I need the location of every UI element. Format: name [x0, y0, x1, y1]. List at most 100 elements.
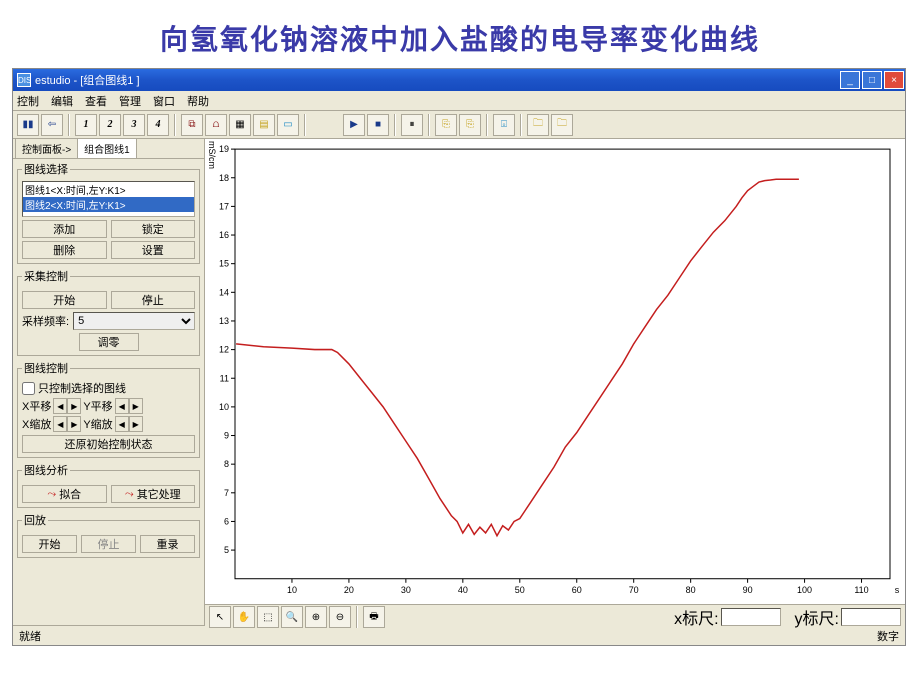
- acquire-start-button[interactable]: 开始: [22, 291, 107, 309]
- svg-text:60: 60: [572, 585, 582, 595]
- xzoom-label: X缩放: [22, 416, 51, 432]
- main-toolbar: ▮▮ ⇦ 1 2 3 4 ⧉ ⩍ ▦ ▤ ▭ ▶ ■ ⏸ ⎘ ⎘ ⌻ 🗀 🗀: [13, 111, 905, 139]
- toolbar-preset-1[interactable]: 1: [75, 114, 97, 136]
- svg-text:5: 5: [224, 545, 229, 555]
- toolbar-back-icon[interactable]: ⇦: [41, 114, 63, 136]
- analysis-panel: 图线分析 ⤳ 拟合 ⤳ 其它处理: [17, 462, 200, 508]
- svg-text:20: 20: [344, 585, 354, 595]
- toolbar-table-icon[interactable]: ▤: [253, 114, 275, 136]
- yshift-right[interactable]: ▶: [129, 398, 143, 414]
- minimize-button[interactable]: _: [840, 71, 860, 89]
- toolbar-chart2-icon[interactable]: ⩍: [205, 114, 227, 136]
- playback-legend: 回放: [22, 512, 48, 528]
- select-tool-icon[interactable]: ⬚: [257, 606, 279, 628]
- svg-text:10: 10: [219, 402, 229, 412]
- print-icon[interactable]: 🖶: [363, 606, 385, 628]
- toolbar-save-icon[interactable]: ▮▮: [17, 114, 39, 136]
- maximize-button[interactable]: □: [862, 71, 882, 89]
- app-window: DIS estudio - [组合图线1 ] _ □ × 控制 编辑 查看 管理…: [12, 68, 906, 646]
- toolbar-panel-icon[interactable]: ▭: [277, 114, 299, 136]
- menu-help[interactable]: 帮助: [187, 93, 209, 109]
- svg-text:15: 15: [219, 259, 229, 269]
- toolbar-chart1-icon[interactable]: ⧉: [181, 114, 203, 136]
- yzoom-label: Y缩放: [83, 416, 112, 432]
- yshift-left[interactable]: ◀: [115, 398, 129, 414]
- toolbar-monitor-icon[interactable]: ⌻: [493, 114, 515, 136]
- svg-text:7: 7: [224, 488, 229, 498]
- only-selected-checkbox[interactable]: [22, 382, 35, 395]
- svg-text:100: 100: [797, 585, 812, 595]
- svg-text:80: 80: [686, 585, 696, 595]
- app-icon: DIS: [17, 73, 31, 87]
- yzoom-out[interactable]: ◀: [115, 416, 129, 432]
- toolbar-folder1-icon[interactable]: 🗀: [527, 114, 549, 136]
- toolbar-preset-3[interactable]: 3: [123, 114, 145, 136]
- acquire-stop-button[interactable]: 停止: [111, 291, 196, 309]
- only-selected-label: 只控制选择的图线: [38, 380, 126, 396]
- toolbar-play-icon[interactable]: ▶: [343, 114, 365, 136]
- restore-button[interactable]: 还原初始控制状态: [22, 435, 195, 453]
- pointer-tool-icon[interactable]: ↖: [209, 606, 231, 628]
- list-item[interactable]: 图线1<X:时间,左Y:K1>: [23, 182, 194, 197]
- toolbar-copy-icon[interactable]: ⎘: [435, 114, 457, 136]
- y-ruler-field[interactable]: [841, 608, 901, 626]
- menu-view[interactable]: 查看: [85, 93, 107, 109]
- x-ruler-label: x标尺:: [674, 605, 718, 629]
- x-ruler-field[interactable]: [721, 608, 781, 626]
- toolbar-preset-2[interactable]: 2: [99, 114, 121, 136]
- menu-control[interactable]: 控制: [17, 93, 39, 109]
- other-process-button[interactable]: ⤳ 其它处理: [111, 485, 196, 503]
- tab-control-panel[interactable]: 控制面板->: [15, 138, 78, 158]
- xshift-right[interactable]: ▶: [67, 398, 81, 414]
- lock-button[interactable]: 锁定: [111, 220, 196, 238]
- chart-toolbar: ↖ ✋ ⬚ 🔍 ⊕ ⊖ 🖶 x标尺: y标尺:: [205, 604, 905, 629]
- toolbar-grid-icon[interactable]: ▦: [229, 114, 251, 136]
- curve-control-panel: 图线控制 只控制选择的图线 X平移 ◀▶ Y平移 ◀▶ X缩放 ◀▶ Y缩放 ◀…: [17, 360, 200, 458]
- xzoom-out[interactable]: ◀: [53, 416, 67, 432]
- svg-text:9: 9: [224, 431, 229, 441]
- acquire-panel: 采集控制 开始 停止 采样频率: 5 调零: [17, 268, 200, 356]
- xshift-left[interactable]: ◀: [53, 398, 67, 414]
- menu-window[interactable]: 窗口: [153, 93, 175, 109]
- slide-title: 向氢氧化钠溶液中加入盐酸的电导率变化曲线: [0, 0, 920, 68]
- svg-text:14: 14: [219, 287, 229, 297]
- curve-listbox[interactable]: 图线1<X:时间,左Y:K1> 图线2<X:时间,左Y:K1>: [22, 181, 195, 217]
- fit-button[interactable]: ⤳ 拟合: [22, 485, 107, 503]
- toolbar-folder2-icon[interactable]: 🗀: [551, 114, 573, 136]
- zoom-out-icon[interactable]: ⊖: [329, 606, 351, 628]
- hand-tool-icon[interactable]: ✋: [233, 606, 255, 628]
- add-button[interactable]: 添加: [22, 220, 107, 238]
- rate-select[interactable]: 5: [73, 312, 195, 330]
- svg-text:90: 90: [743, 585, 753, 595]
- svg-text:17: 17: [219, 201, 229, 211]
- svg-text:110: 110: [854, 585, 868, 595]
- zoom-rect-tool-icon[interactable]: 🔍: [281, 606, 303, 628]
- zero-button[interactable]: 调零: [79, 333, 139, 351]
- zoom-in-icon[interactable]: ⊕: [305, 606, 327, 628]
- yshift-label: Y平移: [83, 398, 112, 414]
- yzoom-in[interactable]: ▶: [129, 416, 143, 432]
- tab-combined-curve[interactable]: 组合图线1: [77, 138, 137, 158]
- settings-button[interactable]: 设置: [111, 241, 196, 259]
- toolbar-paste-icon[interactable]: ⎘: [459, 114, 481, 136]
- curve-select-panel: 图线选择 图线1<X:时间,左Y:K1> 图线2<X:时间,左Y:K1> 添加 …: [17, 161, 200, 264]
- delete-button[interactable]: 删除: [22, 241, 107, 259]
- toolbar-preset-4[interactable]: 4: [147, 114, 169, 136]
- titlebar: DIS estudio - [组合图线1 ] _ □ ×: [13, 69, 905, 91]
- menu-edit[interactable]: 编辑: [51, 93, 73, 109]
- close-button[interactable]: ×: [884, 71, 904, 89]
- toolbar-stop-icon[interactable]: ■: [367, 114, 389, 136]
- toolbar-pause-icon[interactable]: ⏸: [401, 114, 423, 136]
- svg-text:6: 6: [224, 516, 229, 526]
- xzoom-in[interactable]: ▶: [67, 416, 81, 432]
- playback-rerecord-button[interactable]: 重录: [140, 535, 195, 553]
- playback-stop-button[interactable]: 停止: [81, 535, 136, 553]
- chart-area: mS/cm 5678910111213141516171819102030405…: [205, 139, 905, 625]
- svg-text:11: 11: [220, 373, 229, 383]
- playback-start-button[interactable]: 开始: [22, 535, 77, 553]
- plot[interactable]: 5678910111213141516171819102030405060708…: [205, 139, 905, 604]
- y-ruler-label: y标尺:: [795, 605, 839, 629]
- menu-manage[interactable]: 管理: [119, 93, 141, 109]
- list-item[interactable]: 图线2<X:时间,左Y:K1>: [23, 197, 194, 212]
- sidebar: 控制面板-> 组合图线1 图线选择 图线1<X:时间,左Y:K1> 图线2<X:…: [13, 139, 205, 625]
